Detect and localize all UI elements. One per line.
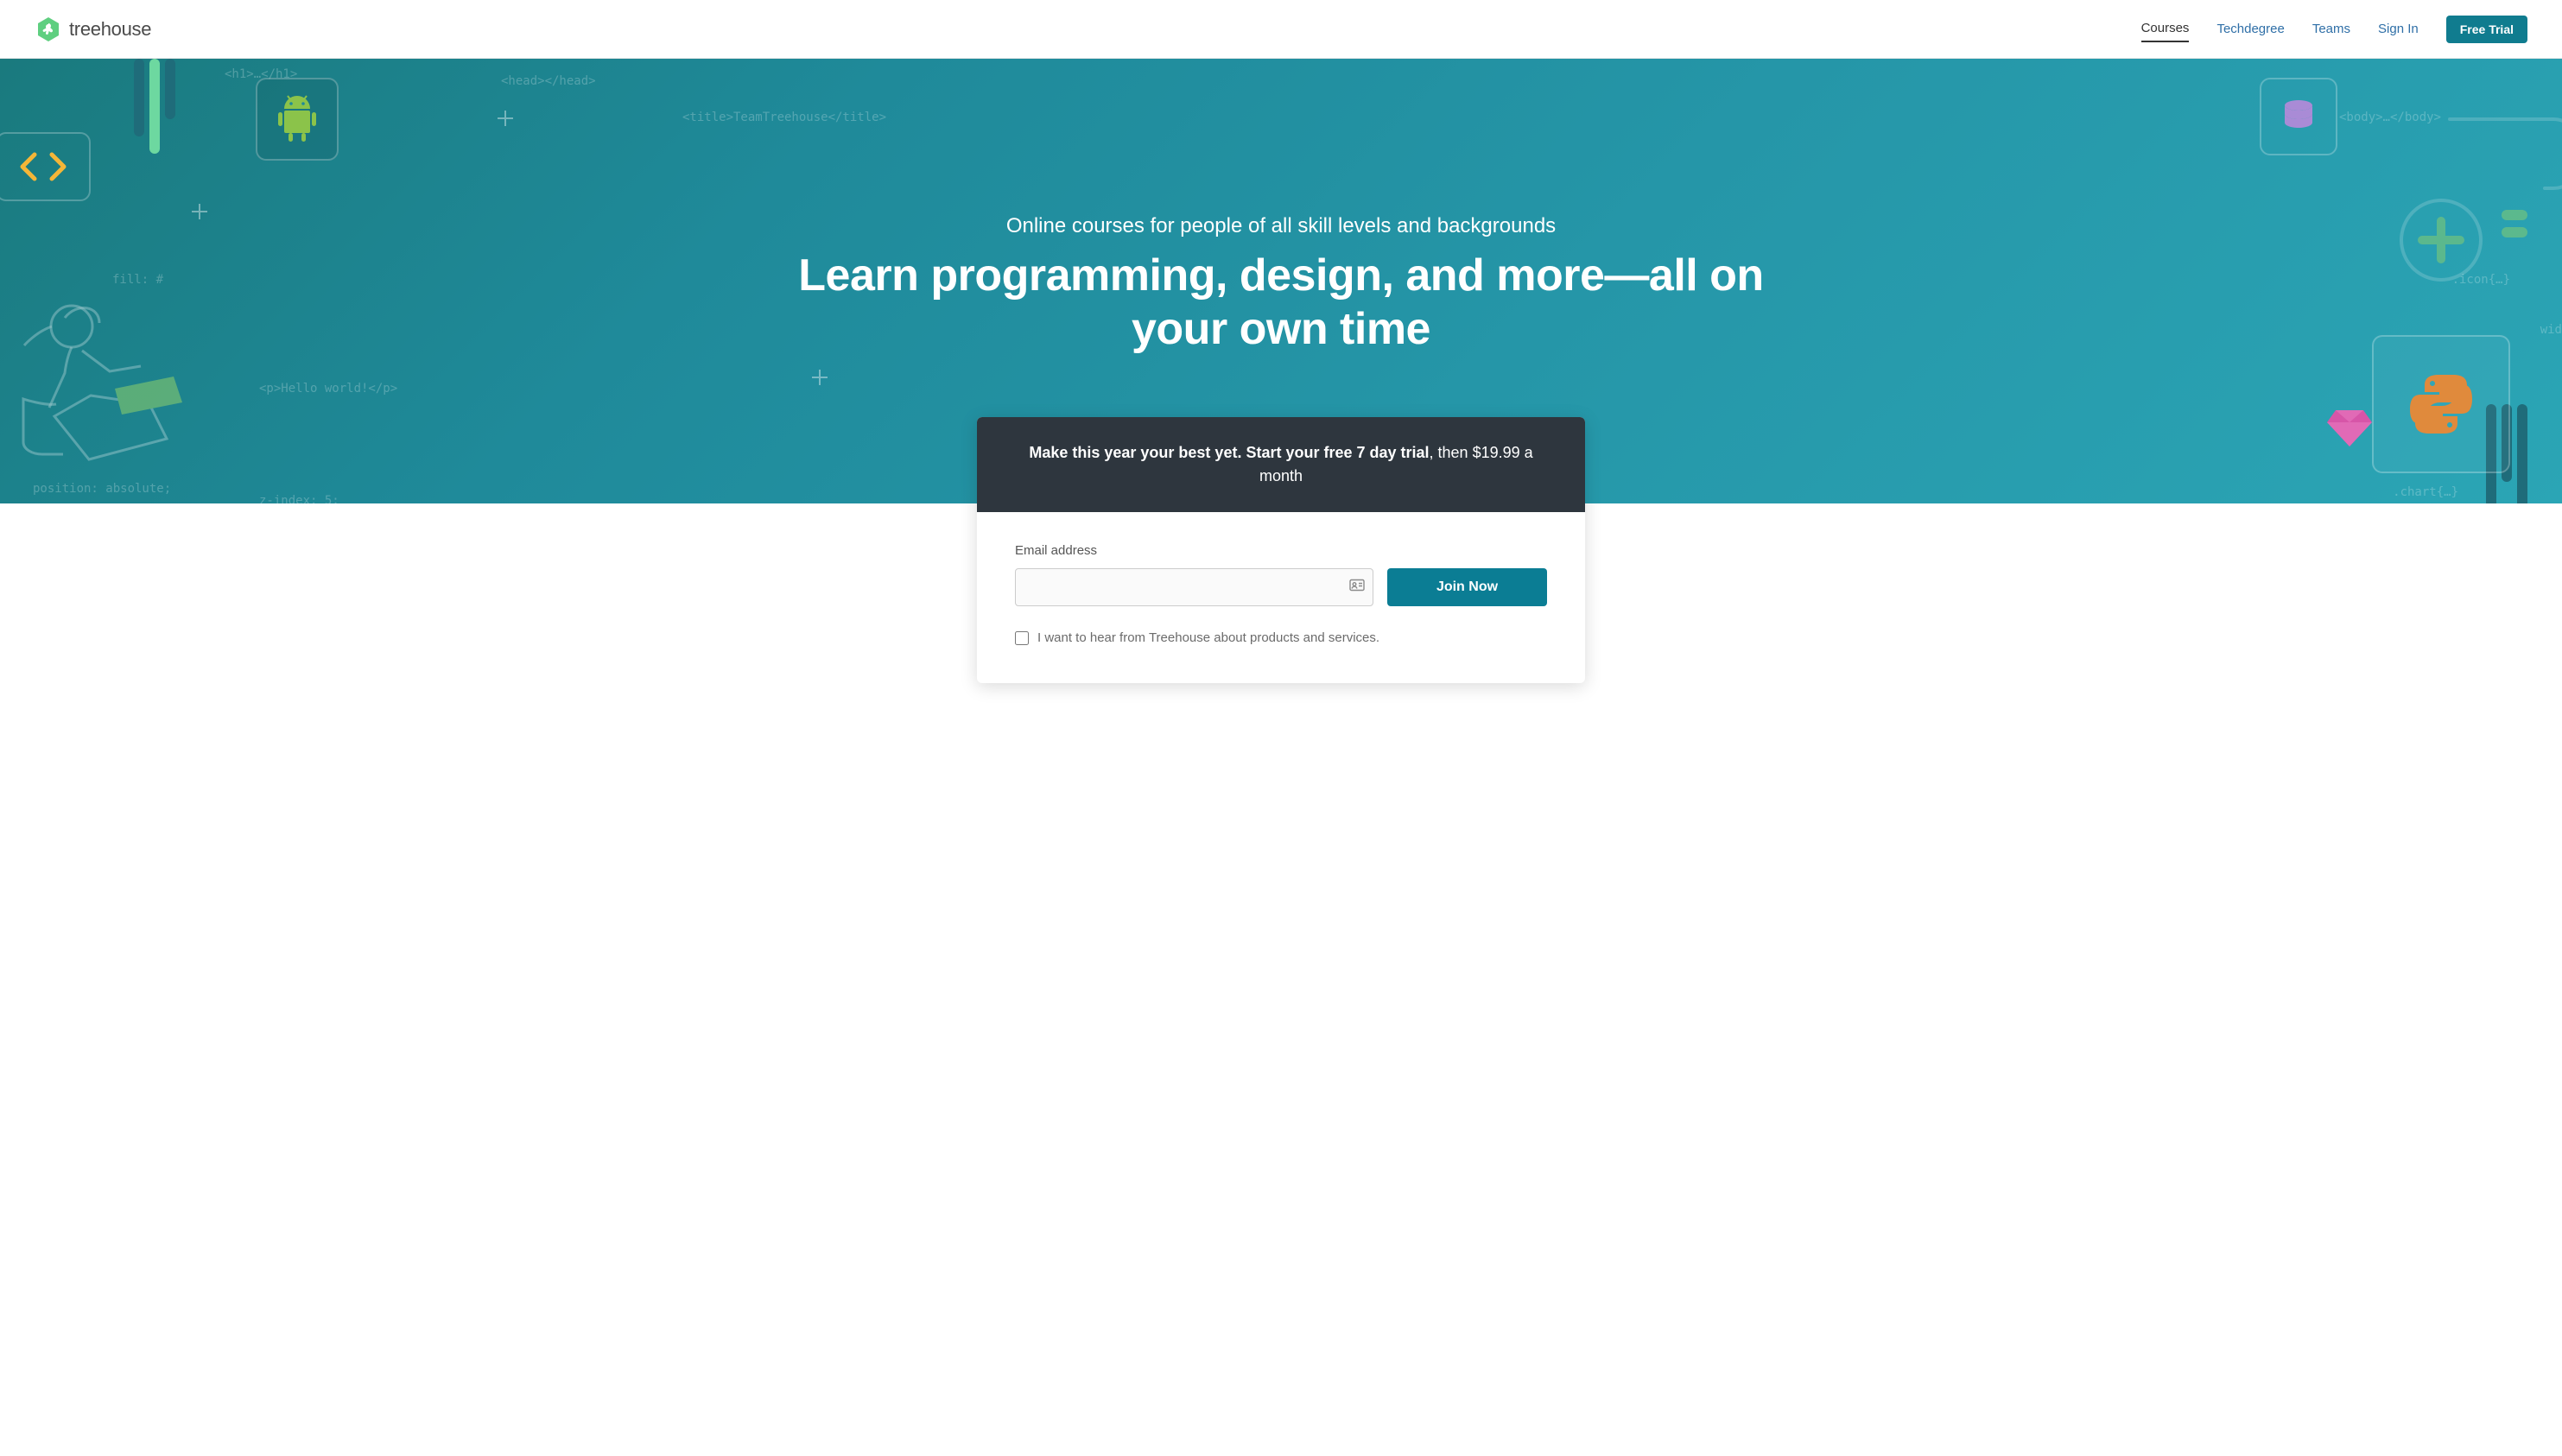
logo-text: treehouse <box>69 18 151 41</box>
optin-checkbox[interactable] <box>1015 631 1029 645</box>
android-icon <box>256 78 339 161</box>
signup-headline: Make this year your best yet. Start your… <box>977 417 1585 512</box>
deco-text: wid <box>2540 323 2562 337</box>
deco-text: <p>Hello world!</p> <box>259 382 397 396</box>
hero-title: Learn programming, design, and more—all … <box>763 249 1799 357</box>
treehouse-logo-icon <box>35 16 62 43</box>
email-input[interactable] <box>1015 568 1373 606</box>
headline-bold: Make this year your best yet. Start your… <box>1029 444 1429 461</box>
deco-text: .chart{…} <box>2393 485 2458 499</box>
optin-label: I want to hear from Treehouse about prod… <box>1037 630 1379 645</box>
deco-text: z-index: 5; <box>259 494 339 503</box>
join-now-button[interactable]: Join Now <box>1387 568 1547 606</box>
nav-signin[interactable]: Sign In <box>2378 16 2419 41</box>
ruby-icon <box>2327 408 2372 453</box>
signup-panel: Make this year your best yet. Start your… <box>977 417 1585 683</box>
signup-form: Email address Join Now I want to hear fr… <box>977 512 1585 683</box>
logo-link[interactable]: treehouse <box>35 16 151 43</box>
person-laptop-icon <box>4 292 229 495</box>
hero-subtitle: Online courses for people of all skill l… <box>763 214 1799 238</box>
hero-content: Online courses for people of all skill l… <box>763 59 1799 357</box>
deco-text: fill: # <box>112 273 163 287</box>
email-label: Email address <box>1015 543 1547 558</box>
contact-card-icon <box>1349 579 1365 596</box>
main-nav: Courses Techdegree Teams Sign In Free Tr… <box>2141 16 2527 43</box>
nav-techdegree[interactable]: Techdegree <box>2216 16 2284 41</box>
plus-icon <box>812 370 828 385</box>
game-controller-icon <box>2389 111 2562 288</box>
nav-teams[interactable]: Teams <box>2312 16 2350 41</box>
nav-courses[interactable]: Courses <box>2141 16 2190 42</box>
plus-icon <box>498 111 513 126</box>
deco-text: <head></head> <box>501 74 596 88</box>
database-icon <box>2260 78 2337 155</box>
plus-icon <box>192 204 207 219</box>
python-icon <box>2372 335 2510 473</box>
site-header: treehouse Courses Techdegree Teams Sign … <box>0 0 2562 59</box>
code-brackets-icon <box>0 132 91 201</box>
free-trial-button[interactable]: Free Trial <box>2446 16 2527 43</box>
optin-row[interactable]: I want to hear from Treehouse about prod… <box>1015 630 1547 645</box>
bars-icon <box>134 59 175 154</box>
